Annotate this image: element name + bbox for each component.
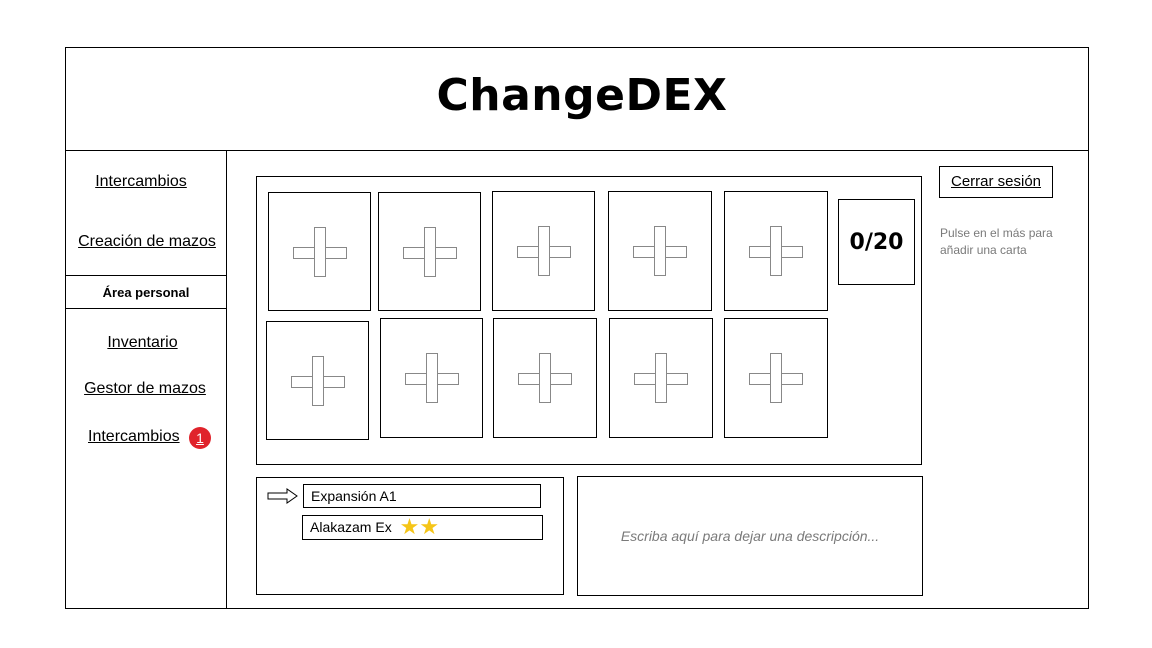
plus-icon xyxy=(749,226,803,276)
plus-icon xyxy=(633,226,687,276)
plus-icon xyxy=(402,226,457,277)
card-name: Alakazam Ex xyxy=(310,519,392,535)
sidebar-link-creacion-mazos[interactable]: Creación de mazos xyxy=(65,233,229,251)
star-icon: ★ xyxy=(419,514,440,539)
card-slot[interactable] xyxy=(378,192,481,311)
arrow-right-icon xyxy=(267,488,298,504)
card-slot[interactable] xyxy=(492,191,595,311)
expansion-field[interactable]: Expansión A1 xyxy=(303,484,541,508)
sidebar-link-intercambios-personal[interactable]: Intercambios xyxy=(88,428,180,446)
plus-icon xyxy=(516,226,571,276)
plus-icon xyxy=(749,353,803,403)
plus-icon xyxy=(634,353,688,403)
star-icon: ★ xyxy=(399,514,420,539)
sidebar-link-inventario[interactable]: Inventario xyxy=(65,334,220,352)
notification-badge: 1 xyxy=(189,427,211,449)
card-slot[interactable] xyxy=(268,192,371,311)
logout-button[interactable]: Cerrar sesión xyxy=(939,166,1053,198)
sidebar-link-intercambios[interactable]: Intercambios xyxy=(65,173,217,191)
plus-icon xyxy=(404,353,459,403)
description-textarea[interactable]: Escriba aquí para dejar una descripción.… xyxy=(577,476,923,596)
sidebar-link-gestor-mazos[interactable]: Gestor de mazos xyxy=(65,380,225,398)
app-title: ChangeDEX xyxy=(436,70,728,121)
card-counter: 0/20 xyxy=(838,199,915,285)
plus-icon xyxy=(292,226,347,277)
card-field[interactable]: Alakazam Ex ★★ xyxy=(302,515,543,540)
card-slot[interactable] xyxy=(609,318,713,438)
sidebar-divider xyxy=(226,150,227,609)
section-area-personal: Área personal xyxy=(65,275,227,309)
card-slot[interactable] xyxy=(608,191,712,311)
plus-icon xyxy=(518,353,572,403)
card-slot[interactable] xyxy=(724,318,828,438)
header-divider xyxy=(65,150,1089,151)
card-slot[interactable] xyxy=(380,318,483,438)
card-slot[interactable] xyxy=(266,321,369,440)
card-slot[interactable] xyxy=(493,318,597,438)
plus-icon xyxy=(290,355,345,406)
hint-text: Pulse en el más para añadir una carta xyxy=(940,226,1053,257)
card-slot[interactable] xyxy=(724,191,828,311)
